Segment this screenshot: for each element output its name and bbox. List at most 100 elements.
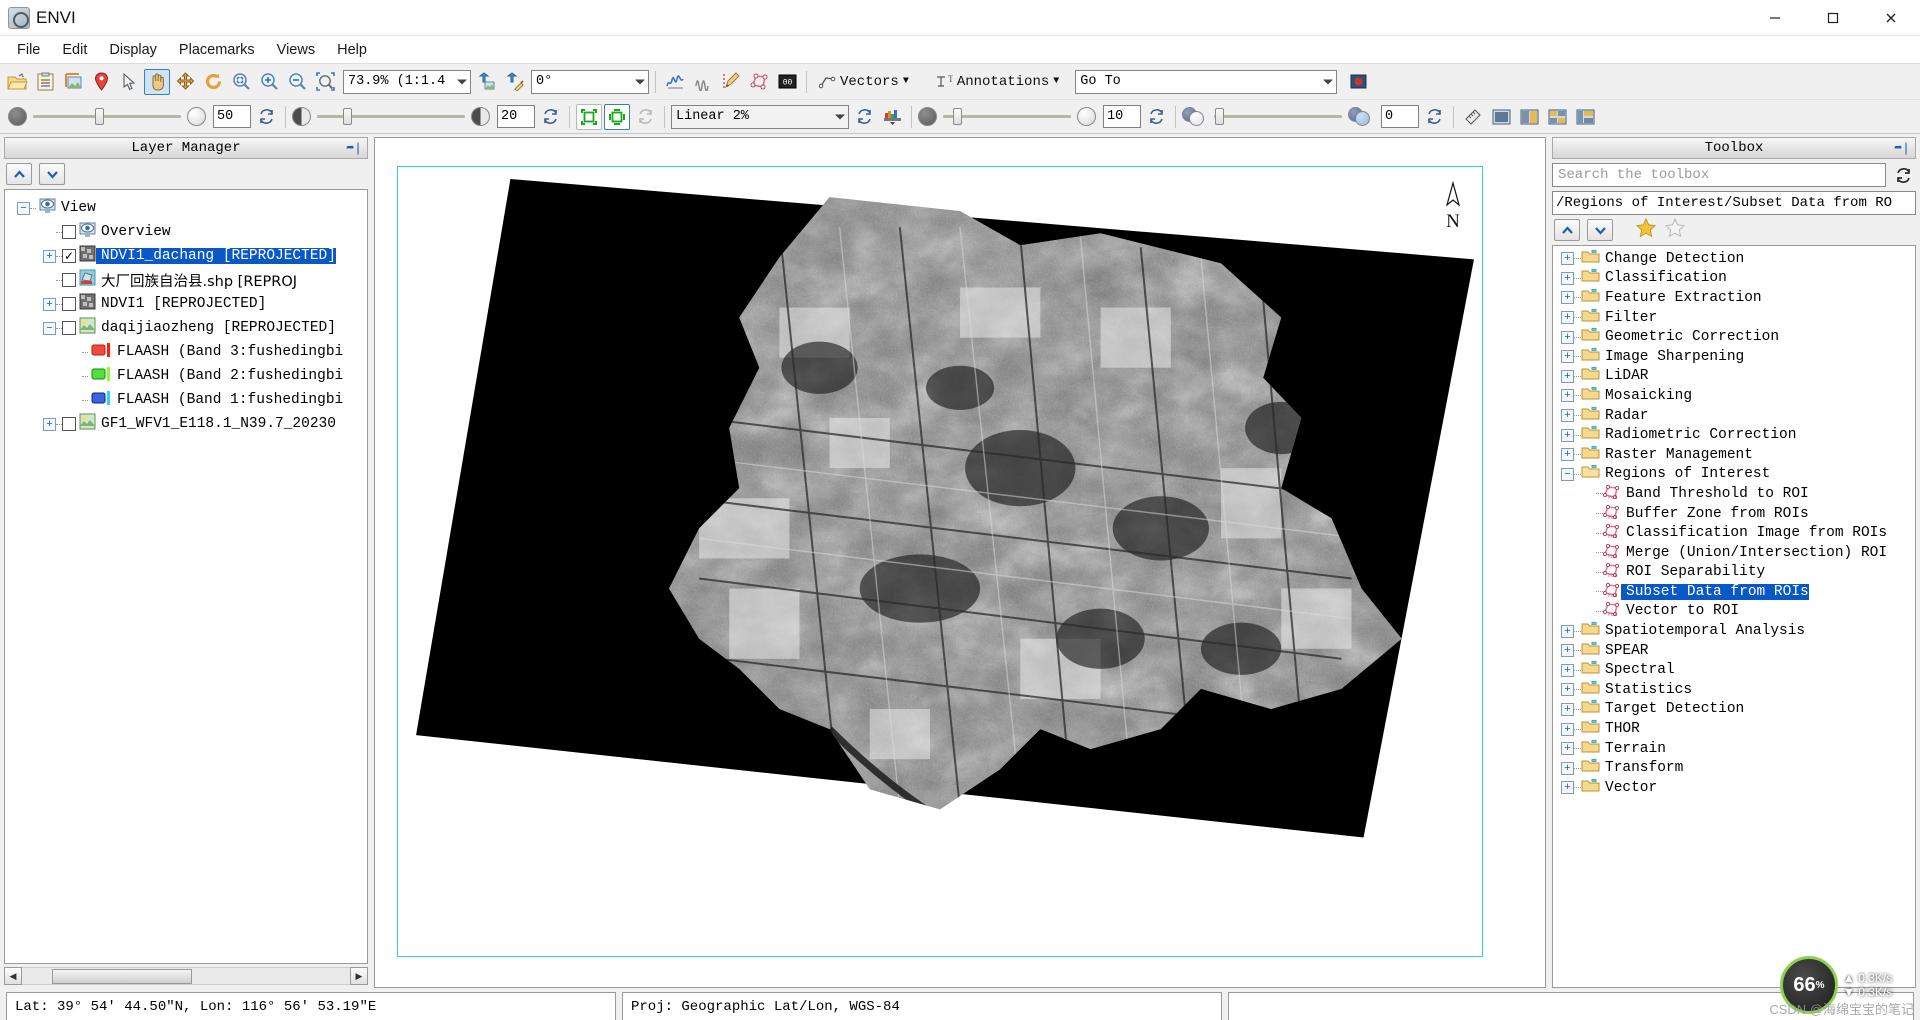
- layer-flaash-band3[interactable]: FLAASH (Band 3:fushedingbi: [5, 340, 367, 364]
- expand-icon[interactable]: +: [1561, 742, 1574, 756]
- scroll-thumb[interactable]: [52, 969, 192, 984]
- image-view-canvas[interactable]: N: [374, 137, 1546, 988]
- toolbox-filter[interactable]: + Filter: [1553, 308, 1915, 328]
- toolbox-classification-image-from-rois[interactable]: roi Classification Image from ROIs: [1553, 523, 1915, 543]
- expand-icon[interactable]: +: [1561, 252, 1574, 266]
- scroll-left-button[interactable]: ◀: [4, 967, 22, 985]
- measure-ruler-icon[interactable]: [1460, 104, 1486, 130]
- go-to-combo[interactable]: Go To: [1075, 69, 1338, 94]
- portal-square-icon[interactable]: [576, 103, 602, 130]
- layer-dachang-shp[interactable]: 大厂回族自治县.shp [REPROJ: [5, 268, 367, 292]
- layer-visibility-checkbox[interactable]: [62, 273, 76, 287]
- zoom-out-icon[interactable]: [284, 69, 310, 95]
- zoom-region-icon[interactable]: [312, 69, 338, 95]
- open-file-icon[interactable]: [4, 69, 30, 95]
- toolbox-thor[interactable]: + THOR: [1553, 719, 1915, 739]
- transparency-slider[interactable]: [33, 108, 181, 125]
- annotations-menu[interactable]: T Annotations ▼: [929, 72, 1065, 92]
- roi-pencil-icon[interactable]: [718, 69, 744, 95]
- toolbox-target-detection[interactable]: + Target Detection: [1553, 700, 1915, 720]
- rotation-combo[interactable]: 0°: [531, 69, 649, 94]
- menu-item-placemarks[interactable]: Placemarks: [168, 39, 266, 61]
- toolbox-merge-rois[interactable]: roi Merge (Union/Intersection) ROI: [1553, 543, 1915, 563]
- paste-clipboard-icon[interactable]: [32, 69, 58, 95]
- expand-icon[interactable]: +: [1561, 350, 1574, 364]
- sharpen-reset-icon[interactable]: [1143, 104, 1169, 130]
- spectral-profile-icon[interactable]: [662, 69, 688, 95]
- toolbox-down-button[interactable]: [1587, 219, 1613, 241]
- scroll-right-button[interactable]: ▶: [350, 967, 368, 985]
- view-split-icon[interactable]: [1516, 104, 1542, 130]
- sharpen-slider[interactable]: [943, 108, 1071, 125]
- vector-edit-icon[interactable]: [746, 69, 772, 95]
- brightness-value[interactable]: 20: [497, 105, 535, 128]
- menu-item-display[interactable]: Display: [98, 39, 168, 61]
- blend-reset-icon[interactable]: [1421, 104, 1447, 130]
- layer-visibility-checkbox[interactable]: [62, 321, 76, 335]
- toolbox-spatiotemporal-analysis[interactable]: + Spatiotemporal Analysis: [1553, 621, 1915, 641]
- expand-icon[interactable]: +: [1561, 781, 1574, 795]
- expand-icon[interactable]: +: [1561, 311, 1574, 325]
- expand-icon[interactable]: +: [43, 297, 56, 311]
- expand-icon[interactable]: +: [1561, 271, 1574, 285]
- toolbox-raster-management[interactable]: + Raster Management: [1553, 445, 1915, 465]
- expand-icon[interactable]: +: [1561, 663, 1574, 677]
- menu-item-views[interactable]: Views: [266, 39, 326, 61]
- maximize-button[interactable]: [1804, 0, 1862, 35]
- collapse-icon[interactable]: −: [17, 201, 30, 215]
- toolbox-change-detection[interactable]: + Change Detection: [1553, 249, 1915, 269]
- select-arrow-icon[interactable]: [116, 69, 142, 95]
- pin-panel-icon[interactable]: ➦|: [1894, 141, 1910, 156]
- ndvi-satellite-image[interactable]: [398, 167, 1482, 850]
- layer-flaash-band1[interactable]: FLAASH (Band 1:fushedingbi: [5, 388, 367, 412]
- toolbox-statistics[interactable]: + Statistics: [1553, 680, 1915, 700]
- expand-icon[interactable]: +: [1561, 624, 1574, 638]
- zoom-fit-icon[interactable]: [228, 69, 254, 95]
- blend-value[interactable]: 0: [1381, 105, 1419, 128]
- north-up-icon[interactable]: [473, 69, 499, 95]
- favorite-star-empty-icon[interactable]: [1664, 217, 1686, 244]
- menu-item-help[interactable]: Help: [326, 39, 378, 61]
- view-grid-icon[interactable]: [1544, 104, 1570, 130]
- toolbox-spear[interactable]: + SPEAR: [1553, 641, 1915, 661]
- layer-tree[interactable]: − View Overview + ✓ NDVI1_dachang [REPROJECTE…: [4, 189, 368, 964]
- toolbox-regions-of-interest[interactable]: − Regions of Interest: [1553, 465, 1915, 485]
- toolbox-geometric-correction[interactable]: + Geometric Correction: [1553, 327, 1915, 347]
- toolbox-transform[interactable]: + Transform: [1553, 758, 1915, 778]
- scroll-trough[interactable]: [22, 967, 350, 985]
- expand-icon[interactable]: +: [43, 417, 56, 431]
- rotate-icon[interactable]: [200, 69, 226, 95]
- minimize-button[interactable]: [1746, 0, 1804, 35]
- stretch-combo[interactable]: Linear 2%: [671, 104, 849, 129]
- placemark-pin-icon[interactable]: [88, 69, 114, 95]
- toolbox-feature-extraction[interactable]: + Feature Extraction: [1553, 288, 1915, 308]
- expand-icon[interactable]: +: [1561, 428, 1574, 442]
- expand-icon[interactable]: +: [1561, 389, 1574, 403]
- view-tile-icon[interactable]: [1572, 104, 1598, 130]
- toolbox-terrain[interactable]: + Terrain: [1553, 739, 1915, 759]
- vectors-menu[interactable]: Vectors ▼: [813, 72, 915, 92]
- horizontal-profile-icon[interactable]: [690, 69, 716, 95]
- menu-item-edit[interactable]: Edit: [51, 39, 98, 61]
- toolbox-radiometric-correction[interactable]: + Radiometric Correction: [1553, 425, 1915, 445]
- pixel-values-icon[interactable]: 00: [774, 69, 800, 95]
- toolbox-spectral[interactable]: + Spectral: [1553, 660, 1915, 680]
- toolbox-up-button[interactable]: [1554, 219, 1580, 241]
- menu-item-file[interactable]: File: [6, 39, 51, 61]
- layer-flaash-band2[interactable]: FLAASH (Band 2:fushedingbi: [5, 364, 367, 388]
- layer-visibility-checkbox[interactable]: [62, 417, 76, 431]
- crop-image-icon[interactable]: [60, 69, 86, 95]
- toolbox-buffer-zone-from-rois[interactable]: roi Buffer Zone from ROIs: [1553, 504, 1915, 524]
- layer-visibility-checkbox[interactable]: [62, 297, 76, 311]
- toolbox-subset-data-from-rois[interactable]: roi Subset Data from ROIs: [1553, 582, 1915, 602]
- toolbox-radar[interactable]: + Radar: [1553, 406, 1915, 426]
- toolbox-lidar[interactable]: + LiDAR: [1553, 367, 1915, 387]
- favorite-star-filled-icon[interactable]: [1635, 217, 1657, 244]
- toolbox-vector-to-roi[interactable]: roi Vector to ROI: [1553, 602, 1915, 622]
- layer-visibility-checkbox[interactable]: ✓: [62, 249, 76, 263]
- expand-icon[interactable]: +: [1561, 369, 1574, 383]
- expand-icon[interactable]: +: [1561, 291, 1574, 305]
- toolbox-band-threshold-to-roi[interactable]: roi Band Threshold to ROI: [1553, 484, 1915, 504]
- zoom-level-combo[interactable]: 73.9% (1:1.4: [343, 69, 471, 94]
- transparency-value[interactable]: 50: [213, 105, 251, 128]
